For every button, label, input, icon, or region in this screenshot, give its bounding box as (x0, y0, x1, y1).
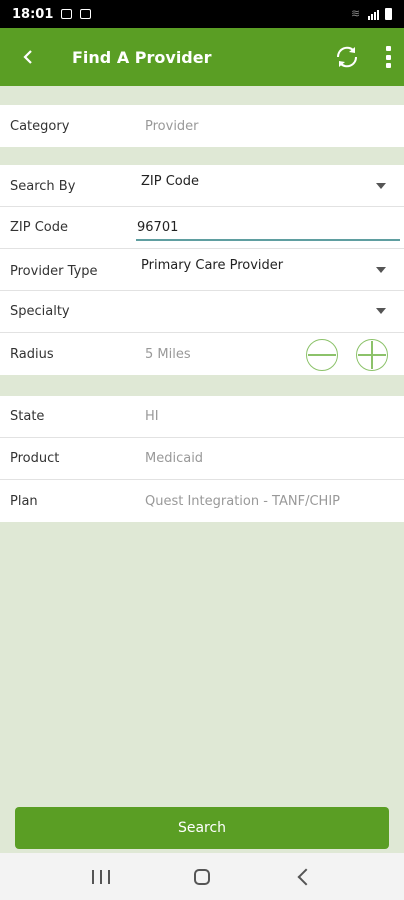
recents-icon[interactable] (92, 869, 110, 884)
plan-value: Quest Integration - TANF/CHIP (145, 493, 340, 509)
dropdown-caret-icon[interactable] (376, 183, 386, 189)
state-label: State (10, 409, 45, 424)
specialty-label: Specialty (10, 304, 70, 319)
back-arrow-icon[interactable] (0, 28, 56, 86)
product-row: Product Medicaid (0, 438, 404, 480)
provider-type-select[interactable]: Primary Care Provider (131, 258, 283, 273)
radius-row: Radius 5 Miles (0, 333, 404, 375)
email-notification-icon (80, 9, 92, 19)
search-button[interactable]: Search (15, 807, 389, 849)
search-by-select[interactable]: ZIP Code (131, 174, 199, 189)
search-criteria-section: Search By ZIP Code ZIP Code Provider Typ… (0, 165, 404, 375)
dropdown-caret-icon[interactable] (376, 267, 386, 273)
search-by-row[interactable]: Search By ZIP Code (0, 165, 404, 207)
wifi-icon: ≋ (351, 7, 361, 20)
plan-label: Plan (10, 493, 38, 509)
state-value: HI (145, 409, 159, 424)
page-title: Find A Provider (72, 47, 212, 67)
signal-icon (368, 9, 379, 20)
plan-details-section: State HI Product Medicaid Plan Quest Int… (0, 396, 404, 522)
more-vert-icon[interactable] (378, 43, 398, 71)
radius-value: 5 Miles (145, 346, 191, 362)
battery-icon (385, 8, 392, 20)
product-value: Medicaid (145, 451, 204, 466)
plan-row: Plan Quest Integration - TANF/CHIP (0, 480, 404, 522)
gallery-notification-icon (61, 9, 73, 19)
app-bar: Find A Provider (0, 28, 404, 86)
radius-label: Radius (10, 346, 54, 362)
state-row: State HI (0, 396, 404, 438)
status-time: 18:01 (12, 6, 54, 22)
refresh-icon[interactable] (334, 44, 360, 70)
dropdown-caret-icon[interactable] (376, 308, 386, 314)
zip-code-input[interactable] (136, 217, 400, 241)
nav-back-icon[interactable] (297, 868, 315, 885)
category-section: Category Provider (0, 105, 404, 147)
product-label: Product (10, 451, 60, 466)
zip-code-label: ZIP Code (10, 220, 68, 235)
provider-type-row[interactable]: Provider Type Primary Care Provider (0, 249, 404, 291)
provider-type-label: Provider Type (10, 264, 98, 279)
system-nav-bar (0, 853, 404, 900)
zip-code-row: ZIP Code (0, 207, 404, 249)
plus-circle-icon[interactable] (356, 339, 388, 371)
category-label: Category (10, 118, 70, 134)
home-icon[interactable] (194, 868, 210, 885)
specialty-row[interactable]: Specialty (0, 291, 404, 333)
status-bar: 18:01 ≋ (0, 0, 404, 28)
category-value: Provider (145, 118, 199, 134)
category-row: Category Provider (0, 105, 404, 147)
minus-circle-icon[interactable] (306, 339, 338, 371)
search-by-label: Search By (10, 179, 76, 194)
